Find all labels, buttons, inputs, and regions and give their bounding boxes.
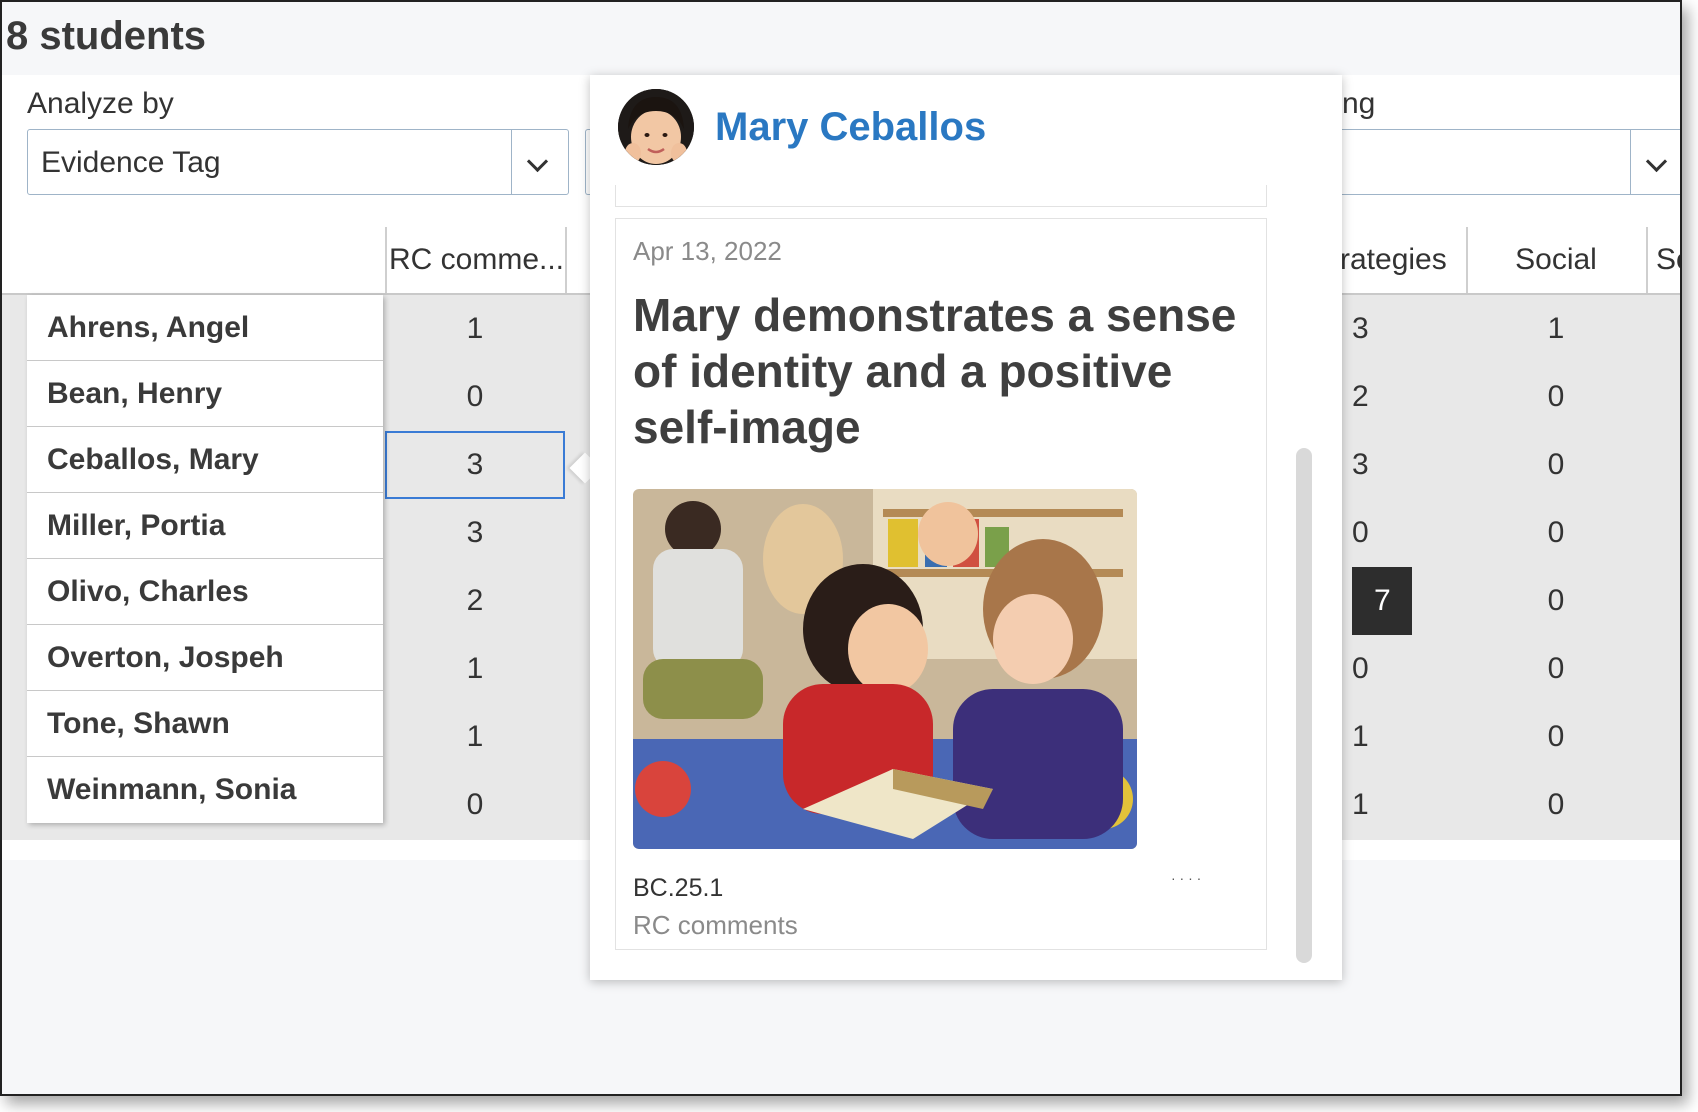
app-window: 8 students Analyze by Evidence Tag ng RC… [0,0,1682,1096]
rc-cell[interactable]: 2 [385,567,565,635]
strategies-cell[interactable]: 2 [1352,363,1412,431]
column-header-strategies[interactable]: rategies [1340,227,1466,293]
rc-cell[interactable]: 1 [385,295,565,363]
social-cell[interactable]: 0 [1466,567,1646,635]
column-divider [565,227,567,293]
student-name-row[interactable]: Olivo, Charles [27,559,383,625]
social-cell[interactable]: 0 [1466,703,1646,771]
avatar[interactable] [618,89,694,165]
student-list: Ahrens, Angel Bean, Henry Ceballos, Mary… [27,295,383,823]
header-band: 8 students [2,2,1680,75]
avatar-image [618,89,694,165]
chevron-down-icon [526,150,549,173]
previous-evidence-card [615,185,1267,207]
right-filter-select[interactable] [1322,129,1680,195]
more-options-icon[interactable]: · · · · [1171,870,1201,886]
column-header-rc-comments[interactable]: RC comme... [385,227,565,293]
strategies-cell[interactable]: 0 [1352,635,1412,703]
evidence-photo[interactable] [633,489,1137,849]
analyze-by-select[interactable]: Evidence Tag [27,129,569,195]
rc-cell[interactable]: 1 [385,635,565,703]
chevron-down-icon [1645,150,1668,173]
analyze-by-dropdown-button[interactable] [511,130,568,194]
social-cell[interactable]: 1 [1466,295,1646,363]
student-name-row[interactable]: Ceballos, Mary [27,427,383,493]
social-cell[interactable]: 0 [1466,363,1646,431]
strategies-cell[interactable]: 3 [1352,295,1412,363]
analyze-by-label: Analyze by [27,87,174,120]
classroom-photo [633,489,1137,849]
strategies-cell[interactable]: 0 [1352,499,1412,567]
rc-cell[interactable]: 3 [385,499,565,567]
student-name-row[interactable]: Miller, Portia [27,493,383,559]
evidence-date: Apr 13, 2022 [633,236,782,266]
student-name-row[interactable]: Ahrens, Angel [27,295,383,361]
column-divider [1646,227,1648,293]
strategies-cell[interactable]: 1 [1352,703,1412,771]
strategies-cell[interactable]: 7 [1352,567,1412,635]
evidence-popup: Mary Ceballos Apr 13, 2022 Mary demonstr… [590,75,1342,980]
evidence-card[interactable]: Apr 13, 2022 Mary demonstrates a sense o… [615,218,1267,950]
social-cell[interactable]: 0 [1466,771,1646,839]
strategies-cell[interactable]: 1 [1352,771,1412,839]
popup-scrollbar[interactable] [1296,448,1312,963]
social-cell[interactable]: 0 [1466,431,1646,499]
social-cell[interactable]: 0 [1466,635,1646,703]
social-cell[interactable]: 0 [1466,499,1646,567]
student-name-link[interactable]: Mary Ceballos [715,105,986,150]
right-filter-label: ng [1342,87,1376,120]
column-header-social[interactable]: Social [1466,227,1646,293]
student-name-row[interactable]: Weinmann, Sonia [27,757,383,823]
rc-cell[interactable]: 0 [385,771,565,839]
rc-cell[interactable]: 1 [385,703,565,771]
rc-cell[interactable]: 0 [385,363,565,431]
student-name-row[interactable]: Overton, Jospeh [27,625,383,691]
strategies-cell[interactable]: 3 [1352,431,1412,499]
evidence-tag: RC comments [633,910,798,940]
page-title: 8 students [6,14,207,58]
column-header-partial[interactable]: So [1656,227,1680,293]
evidence-code: BC.25.1 [633,874,724,902]
analyze-by-value: Evidence Tag [41,146,221,179]
rc-cell[interactable]: 3 [385,431,565,499]
right-filter-dropdown-button[interactable] [1630,130,1680,194]
student-name-row[interactable]: Tone, Shawn [27,691,383,757]
evidence-headline: Mary demonstrates a sense of identity an… [633,289,1237,453]
student-name-row[interactable]: Bean, Henry [27,361,383,427]
